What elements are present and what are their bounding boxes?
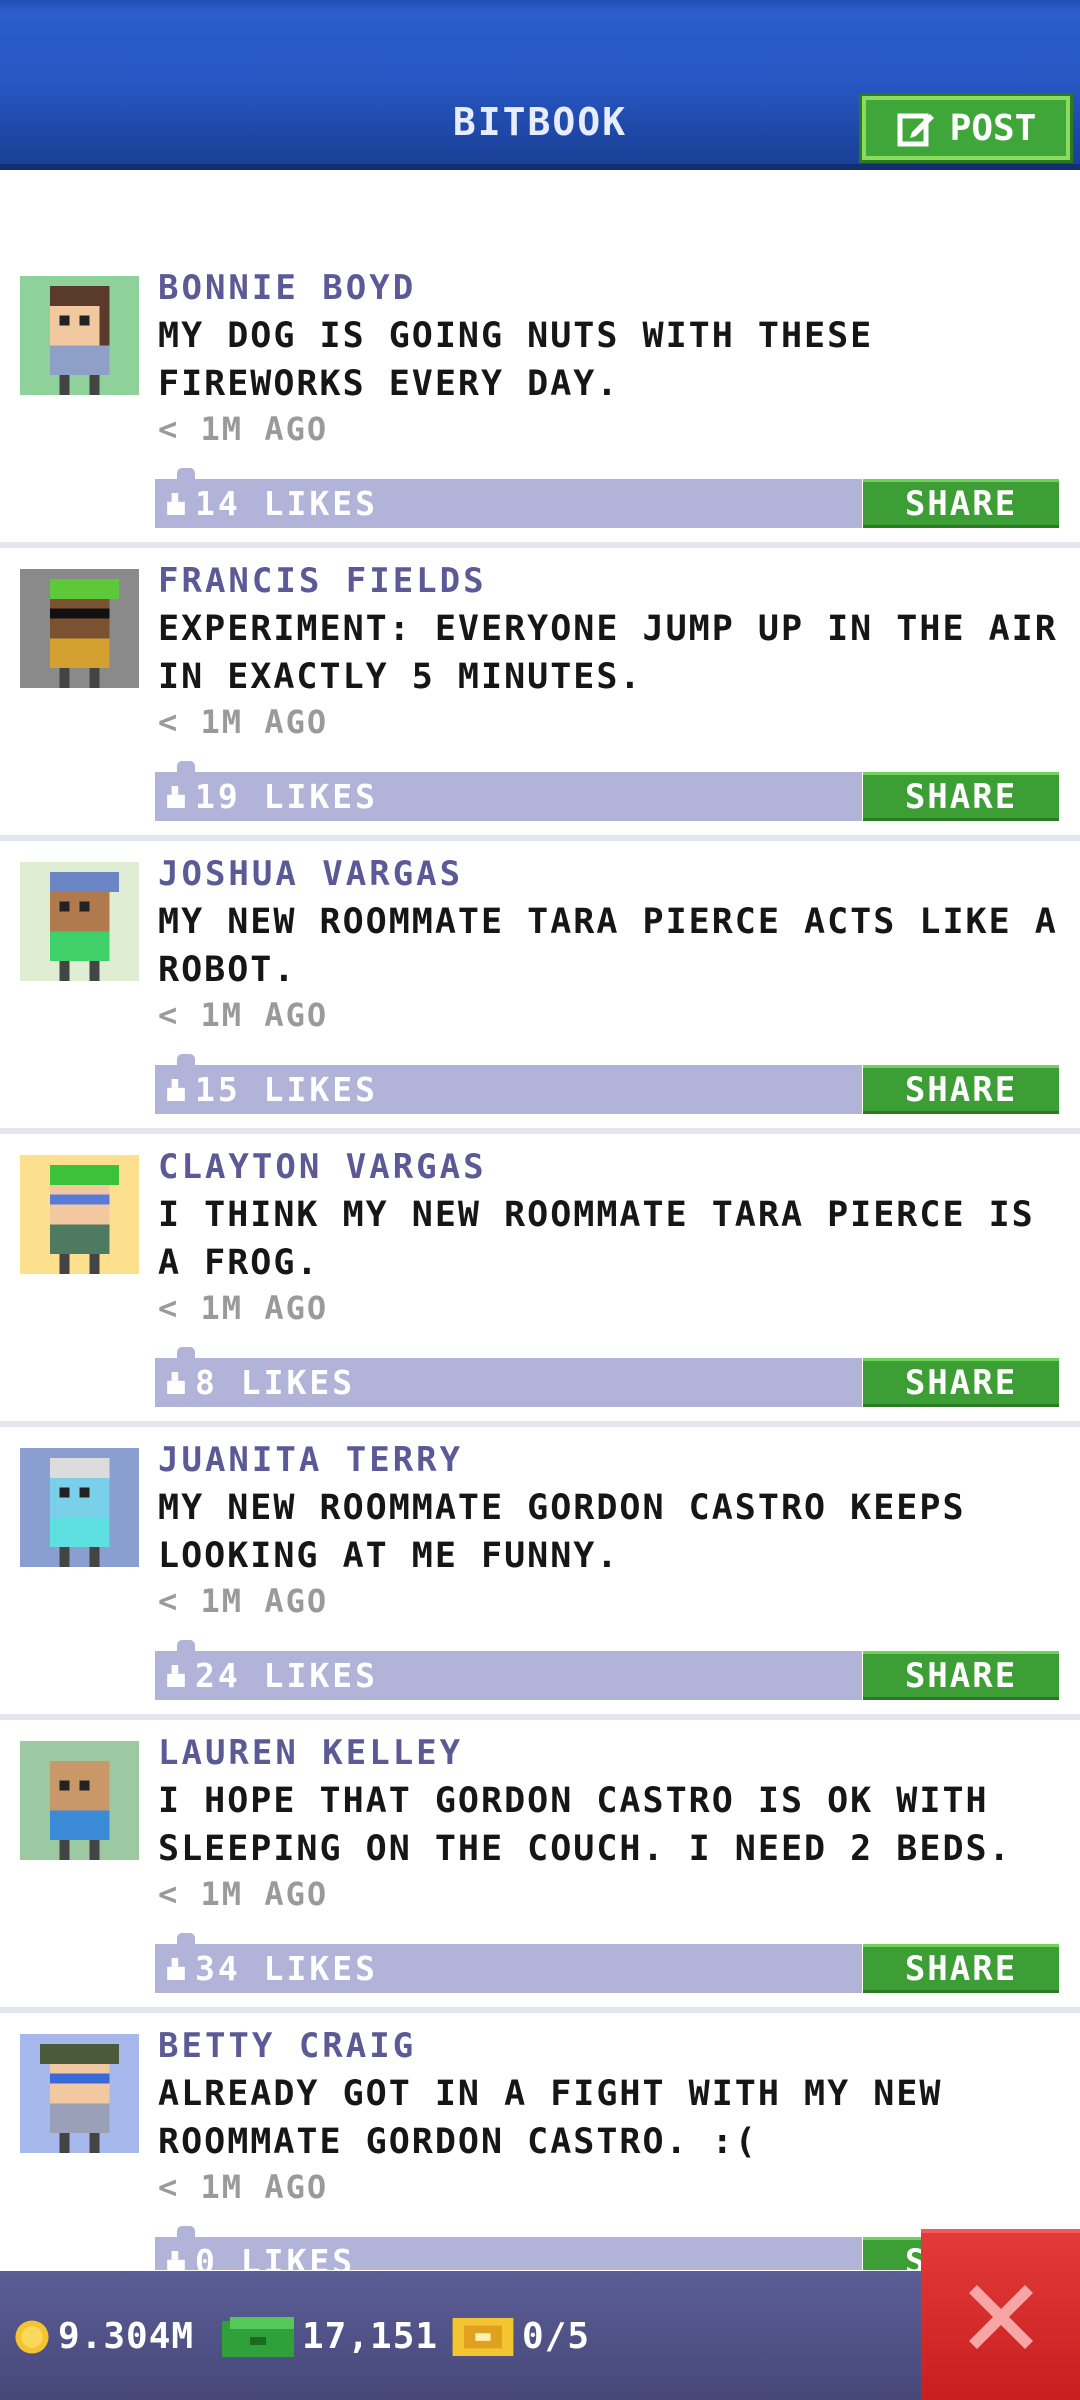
thumbs-up-icon [167, 1078, 185, 1101]
post-text: MY DOG IS GOING NUTS WITH THESE FIREWORK… [158, 316, 874, 404]
share-button[interactable]: SHARE [863, 479, 1059, 528]
divider [0, 2007, 1080, 2013]
post-timestamp: < 1M AGO [158, 2168, 329, 2206]
avatar [20, 276, 139, 395]
list-item: JUANITA TERRY MY NEW ROOMMATE GORDON CAS… [0, 1440, 1080, 1733]
like-button[interactable]: 34 LIKES [155, 1933, 862, 1993]
list-item: BONNIE BOYD MY DOG IS GOING NUTS WITH TH… [0, 268, 1080, 561]
post-text: I HOPE THAT GORDON CASTRO IS OK WITH SLE… [158, 1781, 1012, 1869]
like-button[interactable]: 15 LIKES [155, 1054, 862, 1114]
bux-value: 17,151 [302, 2316, 439, 2357]
author-name[interactable]: JOSHUA VARGAS [158, 854, 463, 894]
close-icon [968, 2284, 1033, 2349]
list-item: BETTY CRAIG ALREADY GOT IN A FIGHT WITH … [0, 2026, 1080, 2270]
list-item: FRANCIS FIELDS EXPERIMENT: EVERYONE JUMP… [0, 561, 1080, 854]
post-timestamp: < 1M AGO [158, 996, 329, 1034]
avatar [20, 2034, 139, 2153]
avatar [20, 569, 139, 688]
post-timestamp: < 1M AGO [158, 1582, 329, 1620]
likes-count: 34 LIKES [195, 1949, 378, 1988]
avatar [20, 862, 139, 981]
thumbs-up-icon [167, 1664, 185, 1687]
share-button[interactable]: SHARE [863, 1358, 1059, 1407]
coin-icon [15, 2319, 49, 2354]
edit-icon [897, 113, 934, 147]
list-item: LAUREN KELLEY I HOPE THAT GORDON CASTRO … [0, 1733, 1080, 2026]
list-item: JOSHUA VARGAS MY NEW ROOMMATE TARA PIERC… [0, 854, 1080, 1147]
divider [0, 1421, 1080, 1427]
cash-icon [222, 2316, 294, 2357]
author-name[interactable]: FRANCIS FIELDS [158, 561, 487, 601]
likes-count: 19 LIKES [195, 777, 378, 816]
post-feed[interactable]: BONNIE BOYD MY DOG IS GOING NUTS WITH TH… [0, 170, 1080, 2270]
tickets-value: 0/5 [522, 2316, 591, 2357]
post-button[interactable]: POST [862, 96, 1070, 160]
close-button[interactable] [921, 2229, 1080, 2400]
likes-count: 15 LIKES [195, 1070, 378, 1109]
post-text: MY NEW ROOMMATE TARA PIERCE ACTS LIKE A … [158, 902, 1058, 990]
thumbs-up-icon [167, 785, 185, 808]
list-item: CLAYTON VARGAS I THINK MY NEW ROOMMATE T… [0, 1147, 1080, 1440]
share-button[interactable]: SHARE [863, 1065, 1059, 1114]
author-name[interactable]: CLAYTON VARGAS [158, 1147, 487, 1187]
post-text: MY NEW ROOMMATE GORDON CASTRO KEEPS LOOK… [158, 1488, 966, 1576]
author-name[interactable]: BETTY CRAIG [158, 2026, 416, 2066]
like-button[interactable]: 8 LIKES [155, 1347, 862, 1407]
author-name[interactable]: JUANITA TERRY [158, 1440, 463, 1480]
like-button[interactable]: 24 LIKES [155, 1640, 862, 1700]
thumbs-up-icon [167, 2250, 185, 2270]
post-timestamp: < 1M AGO [158, 703, 329, 741]
post-text: ALREADY GOT IN A FIGHT WITH MY NEW ROOMM… [158, 2074, 943, 2162]
thumbs-up-icon [167, 1371, 185, 1394]
avatar [20, 1741, 139, 1860]
author-name[interactable]: BONNIE BOYD [158, 268, 416, 308]
post-text: EXPERIMENT: EVERYONE JUMP UP IN THE AIR … [158, 609, 1058, 697]
avatar [20, 1448, 139, 1567]
divider [0, 835, 1080, 841]
author-name[interactable]: LAUREN KELLEY [158, 1733, 463, 1773]
bux-stat: 17,151 [222, 2316, 438, 2357]
post-timestamp: < 1M AGO [158, 1289, 329, 1327]
divider [0, 1714, 1080, 1720]
likes-count: 14 LIKES [195, 484, 378, 523]
like-button[interactable]: 14 LIKES [155, 468, 862, 528]
likes-count: 8 LIKES [195, 1363, 356, 1402]
share-button[interactable]: SHARE [863, 1651, 1059, 1700]
likes-count: 0 LIKES [195, 2242, 356, 2270]
avatar [20, 1155, 139, 1274]
app-header: BITBOOK POST [0, 0, 1080, 170]
post-timestamp: < 1M AGO [158, 1875, 329, 1913]
coins-value: 9.304M [58, 2316, 195, 2357]
post-button-label: POST [949, 107, 1037, 149]
divider [0, 542, 1080, 548]
post-timestamp: < 1M AGO [158, 410, 329, 448]
post-text: I THINK MY NEW ROOMMATE TARA PIERCE IS A… [158, 1195, 1035, 1283]
tickets-stat: 0/5 [452, 2316, 590, 2357]
status-bar: 9.304M 17,151 0/5 [0, 2271, 1080, 2400]
thumbs-up-icon [167, 1957, 185, 1980]
share-button[interactable]: SHARE [863, 772, 1059, 821]
like-button[interactable]: 0 LIKES [155, 2226, 862, 2270]
thumbs-up-icon [167, 492, 185, 515]
share-button[interactable]: SHARE [863, 1944, 1059, 1993]
divider [0, 1128, 1080, 1134]
ticket-icon [452, 2317, 514, 2356]
likes-count: 24 LIKES [195, 1656, 378, 1695]
coins-stat: 9.304M [14, 2316, 194, 2357]
like-button[interactable]: 19 LIKES [155, 761, 862, 821]
